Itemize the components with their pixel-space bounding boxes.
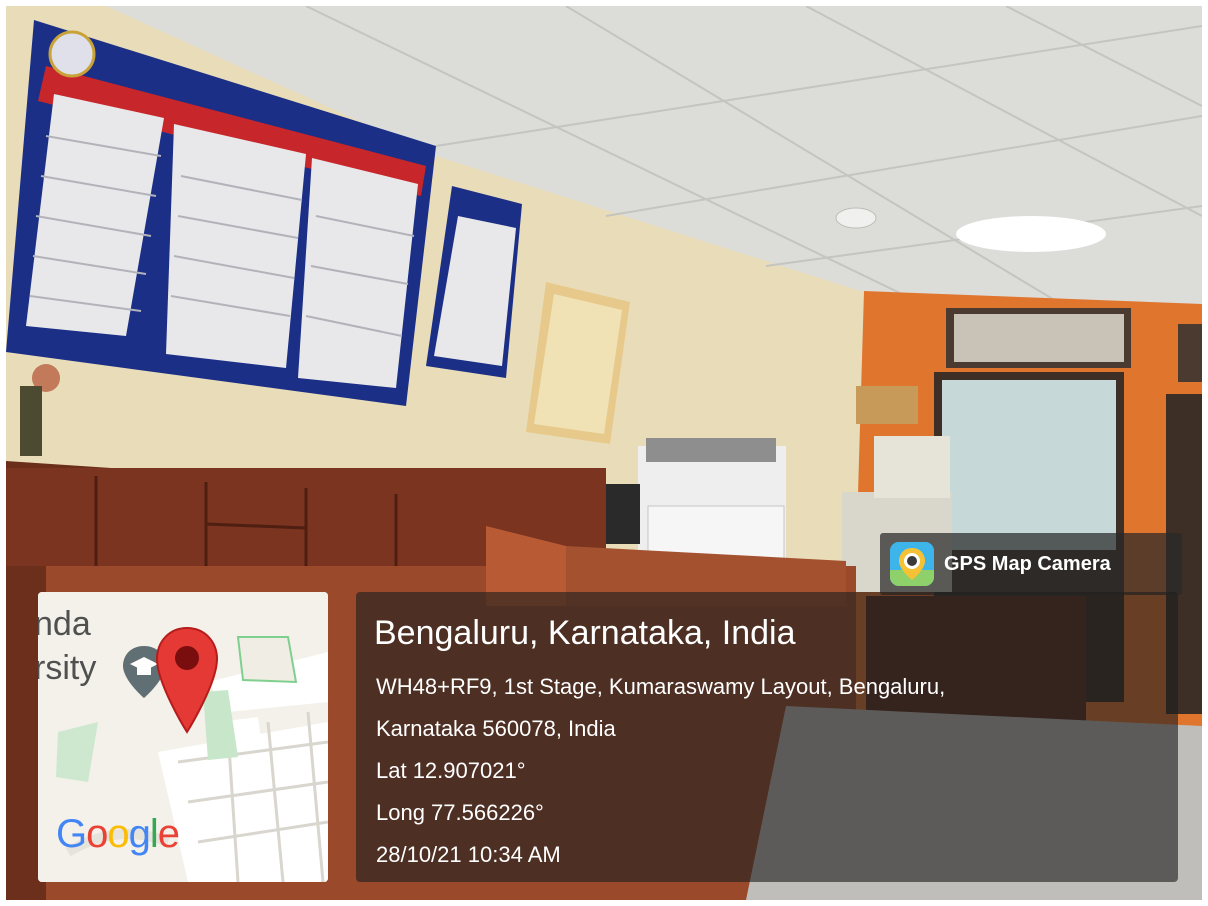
gps-map-camera-badge: GPS Map Camera	[880, 533, 1182, 595]
location-title: Bengaluru, Karnataka, India	[374, 614, 796, 652]
map-thumbnail: nda rsity Google	[38, 592, 328, 882]
location-info-panel: Bengaluru, Karnataka, India WH48+RF9, 1s…	[356, 592, 1178, 882]
map-place-label-line1: nda	[38, 605, 91, 643]
latitude-text: Lat 12.907021°	[376, 758, 526, 783]
photo-frame: GPS Map Camera nda rsity Google Bengalur…	[6, 6, 1202, 900]
map-place-label-line2: rsity	[38, 649, 97, 687]
map-camera-icon	[890, 542, 934, 586]
address-line-1: WH48+RF9, 1st Stage, Kumaraswamy Layout,…	[376, 674, 946, 699]
google-logo: Google	[56, 812, 180, 856]
longitude-text: Long 77.566226°	[376, 800, 544, 825]
timestamp-text: 28/10/21 10:34 AM	[376, 842, 561, 867]
location-pin-icon	[155, 626, 219, 734]
app-name-label: GPS Map Camera	[944, 553, 1111, 575]
address-line-2: Karnataka 560078, India	[376, 716, 616, 741]
